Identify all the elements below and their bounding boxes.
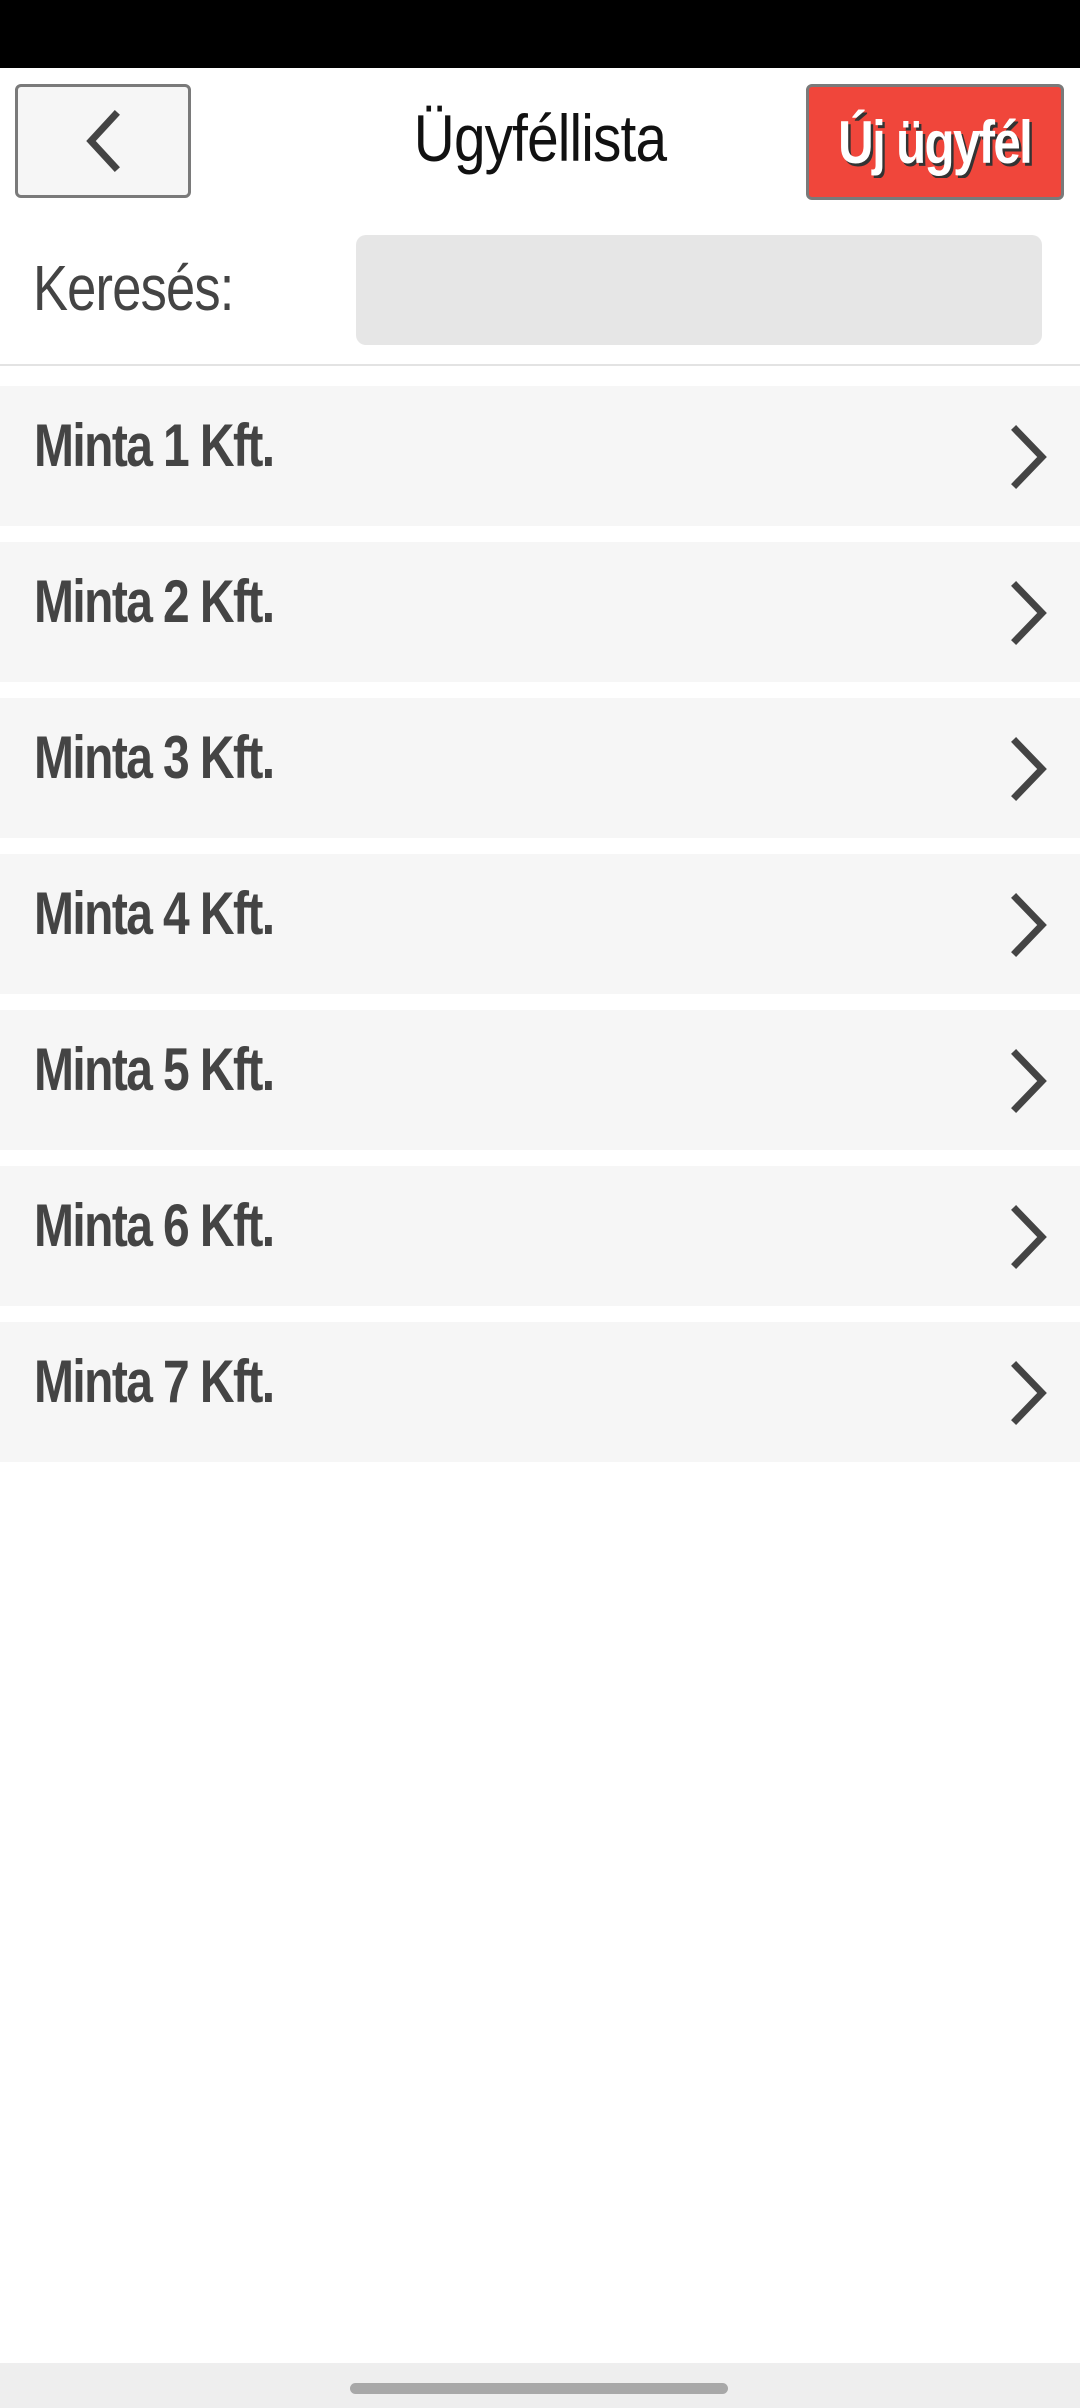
list-item-client-7[interactable]: Minta 7 Kft. — [0, 1322, 1080, 1462]
list-item-client-6[interactable]: Minta 6 Kft. — [0, 1166, 1080, 1306]
chevron-right-icon — [1011, 737, 1047, 801]
list-item-client-2[interactable]: Minta 2 Kft. — [0, 542, 1080, 682]
chevron-right-icon — [1011, 425, 1047, 489]
header: Ügyféllista Új ügyfél — [0, 68, 1080, 218]
chevron-left-icon — [83, 109, 123, 173]
list-item-label: Minta 4 Kft. — [34, 880, 275, 947]
list-item-client-3[interactable]: Minta 3 Kft. — [0, 698, 1080, 838]
search-row: Keresés: — [0, 218, 1080, 364]
chevron-right-icon — [1011, 581, 1047, 645]
client-list: Minta 1 Kft. Minta 2 Kft. Minta 3 Kft. M… — [0, 386, 1080, 1478]
list-item-label: Minta 1 Kft. — [34, 412, 275, 479]
list-item-client-4[interactable]: Minta 4 Kft. — [0, 854, 1080, 994]
list-item-client-1[interactable]: Minta 1 Kft. — [0, 386, 1080, 526]
search-label: Keresés: — [33, 252, 234, 324]
list-item-label: Minta 7 Kft. — [34, 1348, 275, 1415]
list-item-client-5[interactable]: Minta 5 Kft. — [0, 1010, 1080, 1150]
home-indicator[interactable] — [350, 2383, 728, 2394]
page-title: Ügyféllista — [413, 101, 667, 175]
status-bar — [0, 0, 1080, 68]
search-input[interactable] — [356, 235, 1042, 345]
back-button[interactable] — [15, 84, 191, 198]
list-item-label: Minta 6 Kft. — [34, 1192, 275, 1259]
divider — [0, 364, 1080, 366]
list-item-label: Minta 2 Kft. — [34, 568, 275, 635]
new-client-button-label: Új ügyfél — [838, 108, 1033, 176]
chevron-right-icon — [1011, 893, 1047, 957]
list-item-label: Minta 3 Kft. — [34, 724, 275, 791]
new-client-button[interactable]: Új ügyfél — [806, 84, 1064, 200]
chevron-right-icon — [1011, 1361, 1047, 1425]
list-item-label: Minta 5 Kft. — [34, 1036, 275, 1103]
navigation-bar — [0, 2363, 1080, 2408]
chevron-right-icon — [1011, 1049, 1047, 1113]
chevron-right-icon — [1011, 1205, 1047, 1269]
